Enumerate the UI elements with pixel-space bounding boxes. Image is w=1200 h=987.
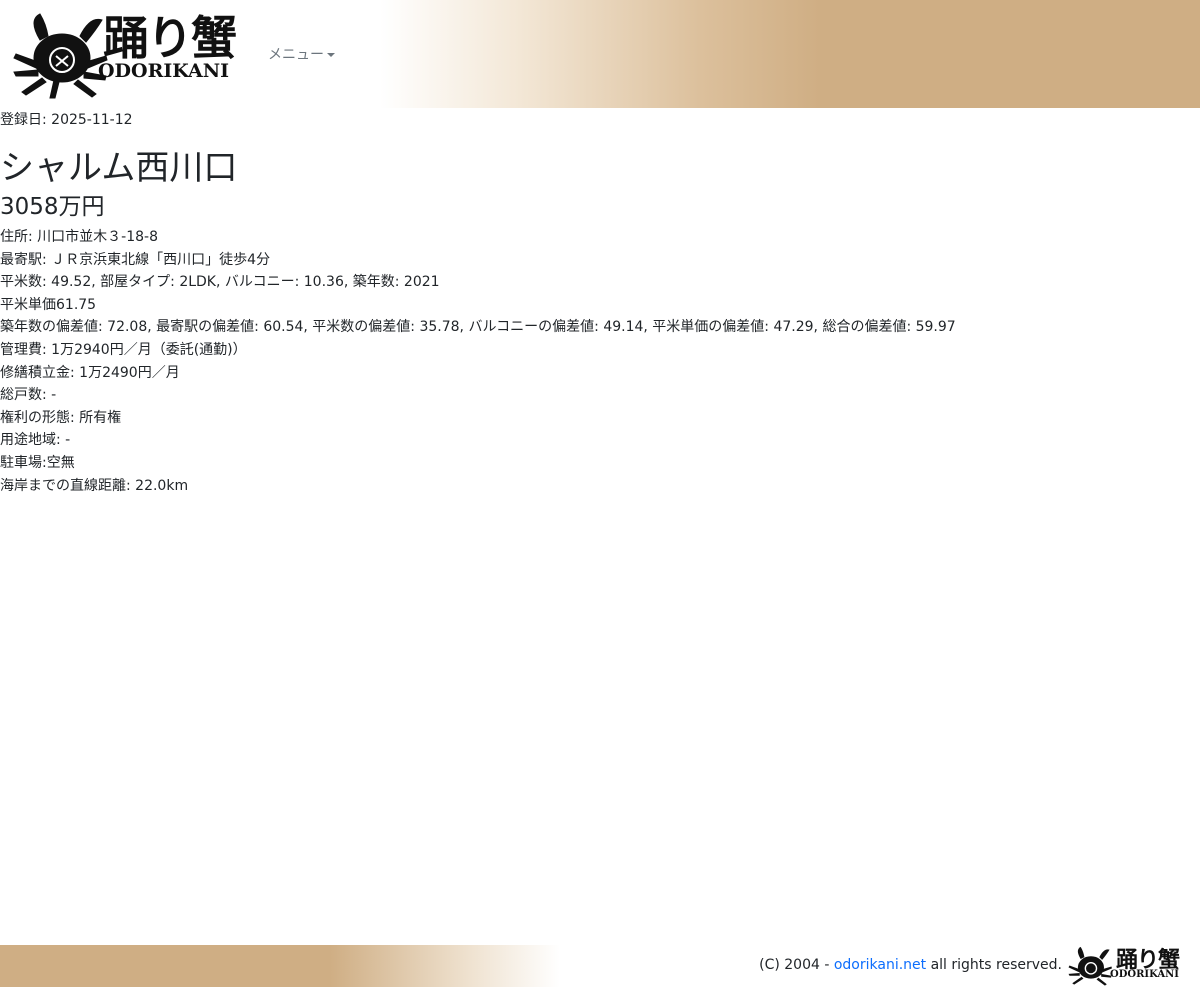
footer-logo-english-text: ODORIKANI — [1110, 969, 1179, 980]
site-footer: (C) 2004 - odorikani.net all rights rese… — [0, 945, 1200, 987]
detail-coast-distance: 海岸までの直線距離: 22.0km — [0, 477, 189, 494]
detail-repair-reserve: 修繕積立金: 1万2490円／月 — [0, 364, 180, 381]
detail-deviation-scores: 築年数の偏差値: 72.08, 最寄駅の偏差値: 60.54, 平米数の偏差値:… — [0, 319, 956, 336]
detail-ownership: 権利の形態: 所有権 — [0, 409, 122, 426]
detail-size-layout: 平米数: 49.52, 部屋タイプ: 2LDK, バルコニー: 10.36, 築… — [0, 274, 440, 291]
caret-down-icon — [327, 53, 335, 57]
site-header: 踊り蟹 ODORIKANI メニュー — [0, 0, 1200, 108]
footer-crab-icon — [1068, 946, 1112, 986]
property-title: シャルム西川口 — [0, 148, 238, 188]
copyright-prefix: (C) 2004 - — [759, 957, 834, 973]
menu-label: メニュー — [268, 47, 324, 63]
logo-japanese-text: 踊り蟹 — [103, 11, 237, 65]
logo-english-text: ODORIKANI — [98, 60, 229, 82]
crab-logo-icon — [13, 13, 108, 99]
detail-management-fee: 管理費: 1万2940円／月（委託(通勤)） — [0, 341, 247, 358]
property-details: 住所: 川口市並木３-18-8 最寄駅: ＪＲ京浜東北線「西川口」徒歩4分 平米… — [0, 226, 1200, 497]
registration-date: 登録日: 2025-11-12 — [0, 112, 133, 128]
site-link[interactable]: odorikani.net — [834, 957, 926, 973]
detail-nearest-station: 最寄駅: ＪＲ京浜東北線「西川口」徒歩4分 — [0, 251, 271, 268]
detail-zoning: 用途地域: - — [0, 432, 71, 449]
detail-parking: 駐車場:空無 — [0, 454, 75, 471]
copyright-suffix: all rights reserved. — [926, 957, 1062, 973]
footer-logo: 踊り蟹 ODORIKANI — [1066, 945, 1188, 987]
detail-total-units: 総戸数: - — [0, 387, 57, 404]
detail-unit-price: 平米単価61.75 — [0, 296, 97, 313]
site-logo[interactable]: 踊り蟹 ODORIKANI — [10, 8, 250, 100]
copyright-text: (C) 2004 - odorikani.net all rights rese… — [759, 957, 1062, 973]
menu-dropdown-toggle[interactable]: メニュー — [268, 44, 335, 64]
detail-address: 住所: 川口市並木３-18-8 — [0, 229, 158, 245]
listing-content: 登録日: 2025-11-12 シャルム西川口 3058万円 住所: 川口市並木… — [0, 110, 1200, 497]
property-price: 3058万円 — [0, 194, 105, 220]
